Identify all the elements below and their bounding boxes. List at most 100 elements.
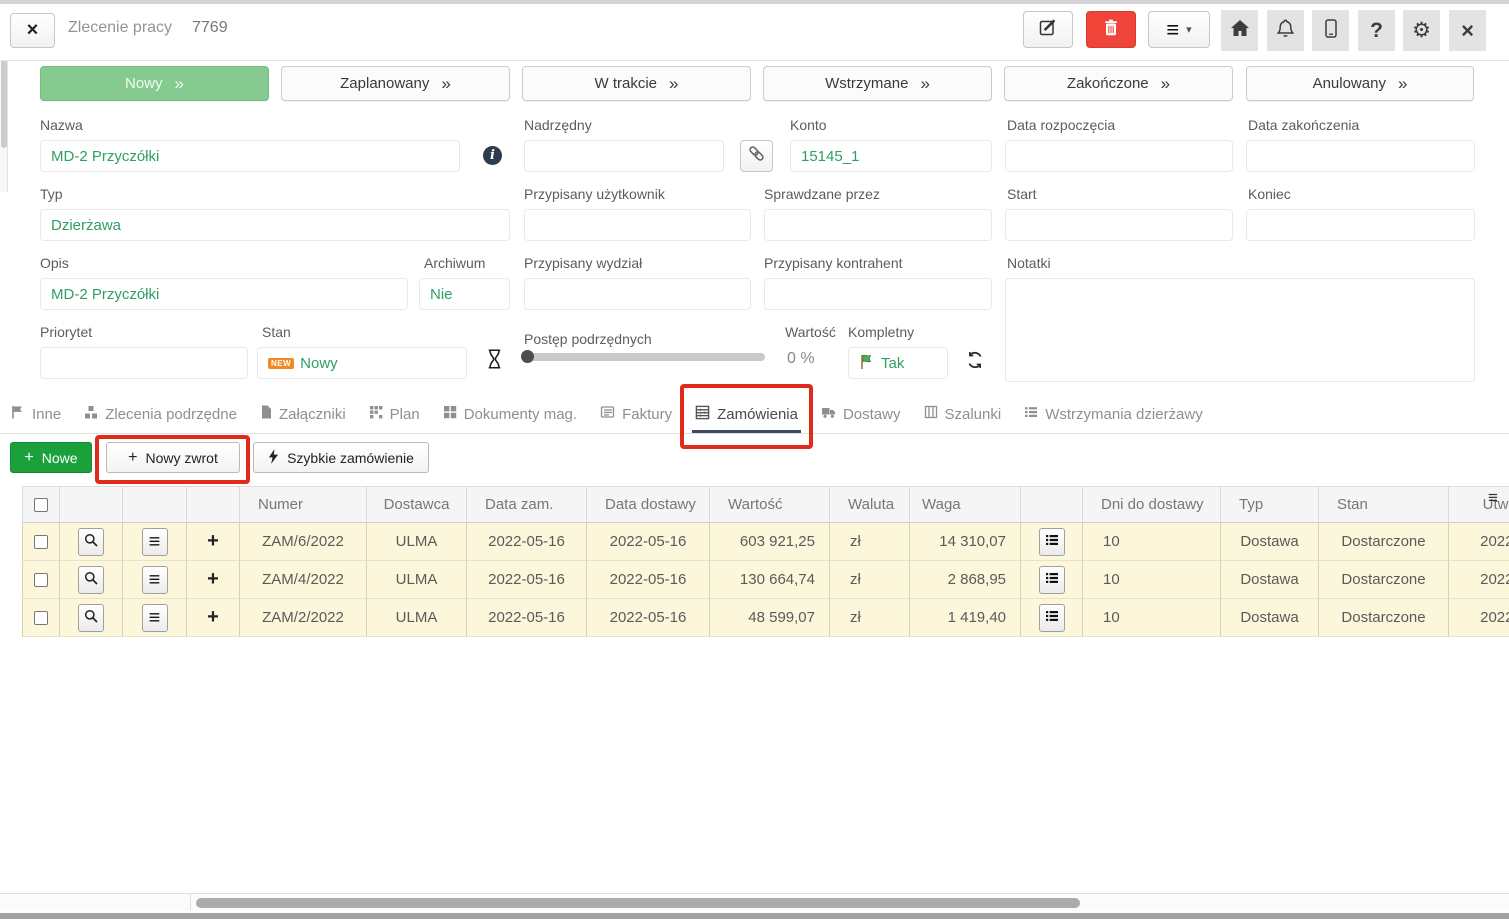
przypisany-kontrahent-field[interactable] (764, 278, 992, 310)
sprawdzane-przez-field[interactable] (764, 209, 992, 241)
tab-faktury[interactable]: Faktury (597, 398, 675, 433)
workflow-button-zakonczone[interactable]: Zakończone » (1004, 66, 1233, 101)
workflow-button-w-trakcie[interactable]: W trakcie » (522, 66, 751, 101)
kompletny-field[interactable]: Tak (848, 347, 948, 379)
cell-numer: ZAM/2/2022 (240, 599, 367, 637)
koniec-field[interactable] (1246, 209, 1475, 241)
header-waga[interactable]: Waga (910, 486, 1021, 523)
header-waluta[interactable]: Waluta (830, 486, 910, 523)
row-checkbox[interactable] (34, 535, 48, 549)
row-positions-button[interactable] (1039, 566, 1065, 594)
select-all-cell (22, 486, 60, 523)
tab-zalaczniki[interactable]: Załączniki (257, 398, 349, 433)
przypisany-wydzial-field[interactable] (524, 278, 751, 310)
row-menu-button[interactable]: ≡ (142, 566, 168, 594)
header-typ[interactable]: Typ (1221, 486, 1319, 523)
row-checkbox[interactable] (34, 573, 48, 587)
header-dostawca[interactable]: Dostawca (367, 486, 467, 523)
workflow-button-nowy[interactable]: Nowy » (40, 66, 269, 101)
opis-field[interactable]: MD-2 Przyczółki (40, 278, 408, 310)
tab-plan[interactable]: Plan (366, 398, 423, 433)
data-zakonczenia-field[interactable] (1246, 140, 1475, 172)
close-record-button[interactable]: × (10, 13, 55, 48)
field-label-stan: Stan (262, 324, 291, 340)
row-menu-button[interactable]: ≡ (142, 528, 168, 556)
row-expand-button[interactable]: + (187, 599, 240, 637)
delete-button[interactable] (1086, 11, 1136, 48)
header-utworzono[interactable]: Utworzono (1449, 486, 1509, 523)
row-positions-button[interactable] (1039, 604, 1065, 632)
cell-waluta: zł (830, 561, 910, 599)
nowy-zwrot-button[interactable]: + Nowy zwrot (106, 442, 240, 473)
row-expand-button[interactable]: + (187, 523, 240, 561)
header-data-dostawy[interactable]: Data dostawy (587, 486, 710, 523)
header-data-zam[interactable]: Data zam. (467, 486, 587, 523)
przypisany-uzytkownik-field[interactable] (524, 209, 751, 241)
konto-field[interactable]: 15145_1 (790, 140, 992, 172)
plus-icon: + (207, 530, 219, 553)
tab-zamowienia[interactable]: Zamówienia (692, 398, 801, 433)
header-numer[interactable]: Numer (240, 486, 367, 523)
row-menu-button[interactable]: ≡ (142, 604, 168, 632)
link-parent-button[interactable] (740, 140, 773, 172)
notifications-button[interactable] (1267, 10, 1304, 51)
left-vertical-scrollbar[interactable] (0, 58, 8, 192)
start-field[interactable] (1005, 209, 1233, 241)
szybkie-zamowienie-button[interactable]: Szybkie zamówienie (253, 442, 429, 473)
more-menu-button[interactable]: ≡ ▾ (1148, 11, 1210, 48)
horizontal-scrollbar-thumb[interactable] (196, 898, 1080, 908)
hierarchy-tab-icon (84, 405, 98, 423)
typ-field[interactable]: Dzierżawa (40, 209, 510, 241)
mobile-button[interactable] (1312, 10, 1349, 51)
trash-icon (1104, 19, 1118, 41)
archiwum-field[interactable]: Nie (419, 278, 510, 310)
nazwa-field[interactable]: MD-2 Przyczółki (40, 140, 460, 172)
settings-button[interactable]: ⚙ (1403, 10, 1440, 51)
row-expand-button[interactable]: + (187, 561, 240, 599)
row-search-button[interactable] (78, 566, 104, 594)
table-row[interactable]: ≡ + ZAM/2/2022 ULMA 2022-05-16 2022-05-1… (22, 599, 1509, 637)
table-row[interactable]: ≡ + ZAM/6/2022 ULMA 2022-05-16 2022-05-1… (22, 523, 1509, 561)
workflow-label: Zaplanowany (340, 75, 429, 92)
edit-button[interactable] (1023, 11, 1073, 48)
left-scrollbar-thumb[interactable] (1, 60, 7, 148)
title-bar: × Zlecenie pracy 7769 ≡ ▾ ? ⚙ × (0, 0, 1509, 61)
refresh-icon[interactable] (966, 351, 984, 374)
table-row[interactable]: ≡ + ZAM/4/2022 ULMA 2022-05-16 2022-05-1… (22, 561, 1509, 599)
workflow-button-zaplanowany[interactable]: Zaplanowany » (281, 66, 510, 101)
row-search-button[interactable] (78, 528, 104, 556)
postep-slider-track[interactable] (524, 353, 765, 361)
tab-dostawy[interactable]: Dostawy (818, 398, 904, 433)
tab-inne[interactable]: Inne (8, 398, 64, 433)
header-dni-do-dostawy[interactable]: Dni do dostawy (1083, 486, 1221, 523)
nadrzedny-field[interactable] (524, 140, 724, 172)
help-button[interactable]: ? (1358, 10, 1395, 51)
header-wartosc[interactable]: Wartość (710, 486, 830, 523)
workflow-button-wstrzymane[interactable]: Wstrzymane » (763, 66, 992, 101)
workflow-button-anulowany[interactable]: Anulowany » (1246, 66, 1474, 101)
tab-szalunki[interactable]: Szalunki (921, 398, 1005, 433)
select-all-checkbox[interactable] (34, 498, 48, 512)
horizontal-scrollbar[interactable] (0, 893, 1509, 911)
priorytet-field[interactable] (40, 347, 248, 379)
stan-field[interactable]: NEW Nowy (257, 347, 467, 379)
info-icon[interactable]: i (483, 146, 502, 165)
header-stan[interactable]: Stan (1319, 486, 1449, 523)
close-app-button[interactable]: × (1449, 10, 1486, 51)
row-search-button[interactable] (78, 604, 104, 632)
row-positions-button[interactable] (1039, 528, 1065, 556)
row-checkbox[interactable] (34, 611, 48, 625)
formwork-tab-icon (924, 405, 938, 423)
home-button[interactable] (1221, 10, 1258, 51)
field-label-nazwa: Nazwa (40, 117, 83, 133)
tab-zlecenia-podrzedne[interactable]: Zlecenia podrzędne (81, 398, 240, 433)
notatki-textarea[interactable] (1005, 278, 1475, 382)
column-settings-icon[interactable]: ≡ (1488, 489, 1498, 506)
flag-tab-icon (11, 405, 25, 423)
nowe-button[interactable]: + Nowe (10, 442, 92, 473)
data-rozpoczecia-field[interactable] (1005, 140, 1233, 172)
postep-slider-knob[interactable] (521, 350, 534, 363)
tab-label: Faktury (622, 406, 672, 423)
tab-wstrzymania-dzierzawy[interactable]: Wstrzymania dzierżawy (1021, 398, 1206, 433)
tab-dokumenty-mag[interactable]: Dokumenty mag. (440, 398, 580, 433)
